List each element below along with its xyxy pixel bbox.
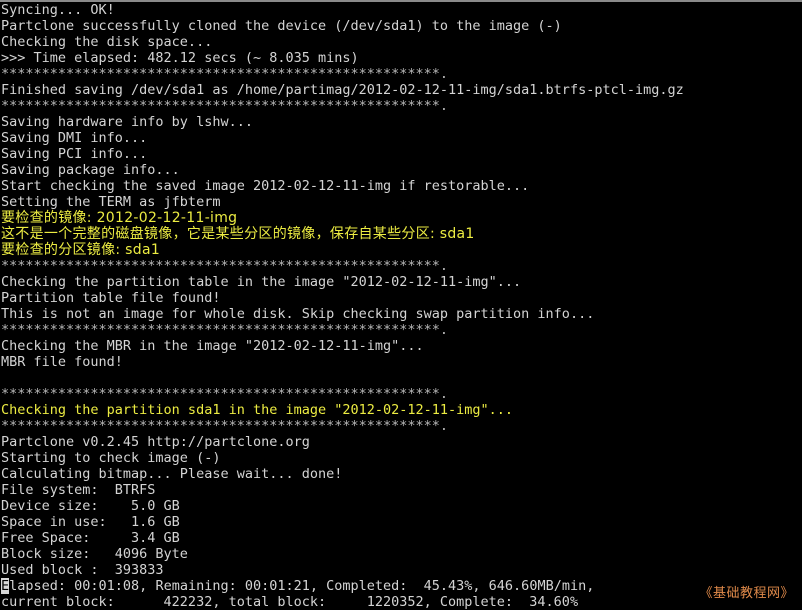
terminal-output[interactable]: Syncing... OK! Partclone successfully clo… — [0, 2, 802, 610]
terminal-line: Saving package info... — [1, 162, 180, 178]
terminal-line: Block size: 4096 Byte — [1, 546, 188, 562]
site-watermark: 《基础教程网》 — [699, 586, 794, 601]
terminal-line: Elapsed: 00:01:08, Remaining: 00:01:21, … — [1, 578, 595, 594]
terminal-line: Used block : 393833 — [1, 562, 164, 578]
terminal-line: Space in use: 1.6 GB — [1, 514, 180, 530]
terminal-line: Saving hardware info by lshw... — [1, 114, 253, 130]
terminal-line: Checking the MBR in the image "2012-02-1… — [1, 338, 424, 354]
terminal-window[interactable]: Syncing... OK! Partclone successfully clo… — [0, 0, 802, 610]
terminal-line: Partclone v0.2.45 http://partclone.org — [1, 434, 310, 450]
terminal-line: ****************************************… — [1, 258, 449, 274]
terminal-line: Checking the disk space... — [1, 34, 213, 50]
text-cursor: E — [1, 578, 10, 594]
terminal-line: ****************************************… — [1, 66, 449, 82]
terminal-line: Saving PCI info... — [1, 146, 148, 162]
terminal-line: Saving DMI info... — [1, 130, 148, 146]
terminal-line: This is not an image for whole disk. Ski… — [1, 306, 595, 322]
terminal-line: Finished saving /dev/sda1 as /home/parti… — [1, 82, 684, 98]
terminal-line: Checking the partition sda1 in the image… — [1, 402, 514, 418]
terminal-line: 要检查的镜像: 2012-02-12-11-img — [1, 210, 238, 226]
terminal-line: Start checking the saved image 2012-02-1… — [1, 178, 530, 194]
terminal-line: ****************************************… — [1, 322, 449, 338]
terminal-line: 这不是一个完整的磁盘镜像，它是某些分区的镜像，保存自某些分区: sda1 — [1, 226, 475, 242]
terminal-line: Device size: 5.0 GB — [1, 498, 180, 514]
terminal-line: Free Space: 3.4 GB — [1, 530, 180, 546]
terminal-line: 要检查的分区镜像: sda1 — [1, 242, 161, 258]
terminal-line: Calculating bitmap... Please wait... don… — [1, 466, 343, 482]
terminal-line: MBR file found! — [1, 354, 123, 370]
terminal-line: Starting to check image (-) — [1, 450, 221, 466]
terminal-line: Partition table file found! — [1, 290, 221, 306]
terminal-line: File system: BTRFS — [1, 482, 156, 498]
terminal-line: ****************************************… — [1, 98, 449, 114]
terminal-line: Partclone successfully cloned the device… — [1, 18, 562, 34]
terminal-line: >>> Time elapsed: 482.12 secs (~ 8.035 m… — [1, 50, 359, 66]
terminal-line: Checking the partition table in the imag… — [1, 274, 522, 290]
terminal-line: Setting the TERM as jfbterm — [1, 194, 221, 210]
terminal-line: current block: 422232, total block: 1220… — [1, 594, 579, 610]
terminal-line: ****************************************… — [1, 418, 449, 434]
terminal-line: Syncing... OK! — [1, 2, 115, 18]
terminal-line: ****************************************… — [1, 386, 449, 402]
